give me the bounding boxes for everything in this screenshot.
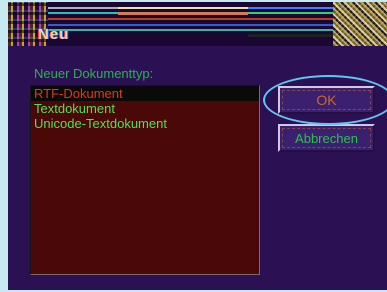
list-item-unicode-text[interactable]: Unicode-Textdokument — [31, 116, 259, 131]
document-type-label: Neuer Dokumenttyp: — [34, 66, 154, 81]
window-controls[interactable] — [333, 2, 387, 46]
window-title: Neu — [38, 26, 70, 43]
list-item-text[interactable]: Textdokument — [31, 101, 259, 116]
document-type-list[interactable]: RTF-Dokument Textdokument Unicode-Textdo… — [30, 85, 260, 275]
cancel-button[interactable]: Abbrechen — [278, 124, 375, 152]
title-bar[interactable]: Neu — [8, 2, 387, 46]
new-document-dialog: Neu Neuer Dokumenttyp: RTF-Dokument Text… — [8, 2, 387, 290]
cancel-button-label: Abbrechen — [295, 130, 358, 146]
list-item-rtf[interactable]: RTF-Dokument — [31, 86, 259, 101]
ok-button-label: OK — [316, 92, 337, 108]
ok-button[interactable]: OK — [278, 86, 375, 114]
